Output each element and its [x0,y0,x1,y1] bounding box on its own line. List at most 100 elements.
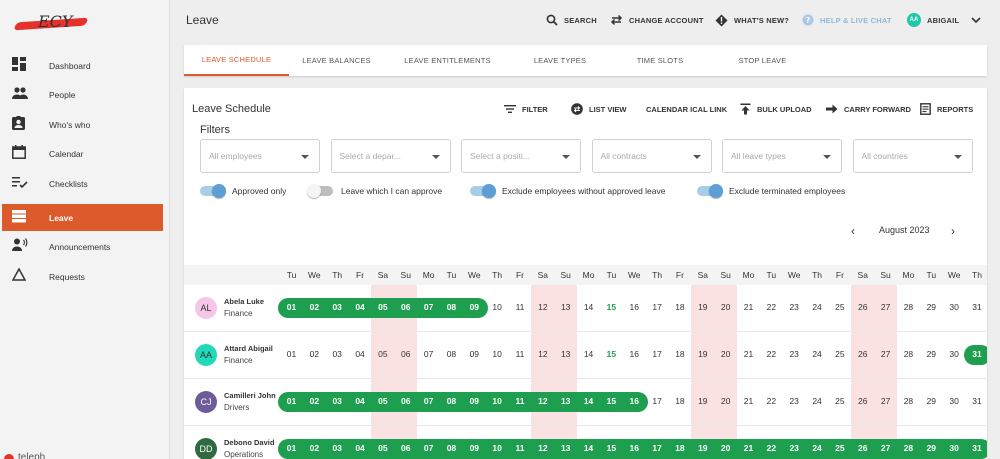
day-cell[interactable]: 24 [806,396,829,406]
day-cell[interactable]: 21 [737,349,760,359]
day-cell[interactable]: 15 [600,396,623,406]
day-cell[interactable]: 29 [920,302,943,312]
employee-name[interactable]: Debono David [224,438,274,447]
day-cell[interactable]: 26 [851,396,874,406]
day-cell[interactable]: 10 [486,443,509,453]
day-cell[interactable]: 12 [531,443,554,453]
day-cell[interactable]: 25 [828,302,851,312]
day-cell[interactable]: 30 [943,302,966,312]
next-month-button[interactable]: › [951,224,955,238]
toggle-switch[interactable] [200,184,226,198]
day-cell[interactable]: 09 [463,396,486,406]
tab-leave-balances[interactable]: LEAVE BALANCES [289,45,384,76]
sidebar-item-leave[interactable]: Leave [2,204,163,231]
day-cell[interactable]: 20 [714,302,737,312]
company-logo[interactable]: ECY [13,12,89,34]
employee-name[interactable]: Camilleri John [224,391,276,400]
day-cell[interactable]: 28 [897,443,920,453]
sidebar-item-announcements[interactable]: Announcements [2,233,163,260]
day-cell[interactable]: 23 [783,349,806,359]
day-cell[interactable]: 18 [668,443,691,453]
day-cell[interactable]: 02 [303,396,326,406]
day-cell[interactable]: 01 [280,443,303,453]
day-cell[interactable]: 16 [623,349,646,359]
day-cell[interactable]: 05 [371,396,394,406]
day-cell[interactable]: 21 [737,302,760,312]
day-cell[interactable]: 12 [531,302,554,312]
day-cell[interactable]: 12 [531,349,554,359]
day-cell[interactable]: 08 [440,349,463,359]
day-cell[interactable]: 16 [623,396,646,406]
day-cell[interactable]: 08 [440,302,463,312]
employee-name[interactable]: Attard Abigail [224,344,273,353]
day-cell[interactable]: 29 [920,349,943,359]
day-cell[interactable]: 05 [371,349,394,359]
day-cell[interactable]: 03 [326,443,349,453]
employee-row[interactable]: AL Abela Luke Finance 01 02 03 04 05 06 07 08 09 10 1… [184,285,987,332]
day-cell[interactable]: 19 [691,443,714,453]
employee-row[interactable]: CJ Camilleri John Drivers 01 02 03 04 05 06 07 08 0… [184,379,987,426]
help-live-chat-button[interactable]: ? HELP & LIVE CHAT [802,12,892,28]
day-cell[interactable]: 26 [851,349,874,359]
day-cell[interactable]: 22 [760,443,783,453]
employee-name[interactable]: Abela Luke [224,297,264,306]
day-cell[interactable]: 26 [851,302,874,312]
day-cell[interactable]: 18 [668,396,691,406]
contract-select[interactable]: All contracts [591,139,712,173]
day-cell[interactable]: 19 [691,396,714,406]
day-cell[interactable]: 25 [828,443,851,453]
day-cell[interactable]: 09 [463,443,486,453]
day-cell[interactable]: 17 [646,302,669,312]
day-cell[interactable]: 30 [943,396,966,406]
day-cell[interactable]: 10 [486,349,509,359]
day-cell[interactable]: 15 [600,443,623,453]
day-cell[interactable]: 04 [349,396,372,406]
day-cell[interactable]: 24 [806,443,829,453]
toggle-switch[interactable] [470,184,496,198]
day-cell[interactable]: 09 [463,302,486,312]
whats-new-button[interactable]: WHAT'S NEW? [715,12,789,28]
carry-forward-button[interactable]: CARRY FORWARD [826,102,911,116]
day-cell[interactable]: 22 [760,396,783,406]
day-cell[interactable]: 29 [920,396,943,406]
employee-row[interactable]: AA Attard Abigail Finance 01 02 03 04 05 06 07 08 0… [184,332,987,379]
toggle-switch[interactable] [697,184,723,198]
day-cell[interactable]: 03 [326,302,349,312]
day-cell[interactable]: 31 [966,349,988,359]
filter-button[interactable]: FILTER [504,102,548,116]
day-cell[interactable]: 13 [554,349,577,359]
can-approve-toggle[interactable]: Leave which I can approve [307,184,442,198]
leave-type-select[interactable]: All leave types [722,139,842,173]
toggle-switch[interactable] [307,184,333,198]
day-cell[interactable]: 02 [303,349,326,359]
day-cell[interactable]: 17 [646,349,669,359]
day-cell[interactable]: 31 [966,302,988,312]
day-cell[interactable]: 11 [509,302,532,312]
day-cell[interactable]: 14 [577,302,600,312]
day-cell[interactable]: 30 [943,443,966,453]
day-cell[interactable]: 03 [326,396,349,406]
sidebar-item-dashboard[interactable]: Dashboard [2,52,163,79]
day-cell[interactable]: 19 [691,349,714,359]
day-cell[interactable]: 25 [828,349,851,359]
day-cell[interactable]: 01 [280,349,303,359]
approved-only-toggle[interactable]: Approved only [200,184,286,198]
exclude-no-leave-toggle[interactable]: Exclude employees without approved leave [470,184,666,198]
day-cell[interactable]: 14 [577,396,600,406]
day-cell[interactable]: 27 [874,396,897,406]
day-cell[interactable]: 05 [371,443,394,453]
day-cell[interactable]: 27 [874,302,897,312]
day-cell[interactable]: 20 [714,349,737,359]
day-cell[interactable]: 22 [760,302,783,312]
day-cell[interactable]: 23 [783,396,806,406]
day-cell[interactable]: 20 [714,396,737,406]
day-cell[interactable]: 05 [371,302,394,312]
day-cell[interactable]: 06 [394,443,417,453]
day-cell[interactable]: 04 [349,302,372,312]
day-cell[interactable]: 01 [280,302,303,312]
day-cell[interactable]: 16 [623,302,646,312]
day-cell[interactable]: 11 [509,396,532,406]
day-cell[interactable]: 31 [966,396,988,406]
day-cell[interactable]: 06 [394,349,417,359]
day-cell[interactable]: 12 [531,396,554,406]
